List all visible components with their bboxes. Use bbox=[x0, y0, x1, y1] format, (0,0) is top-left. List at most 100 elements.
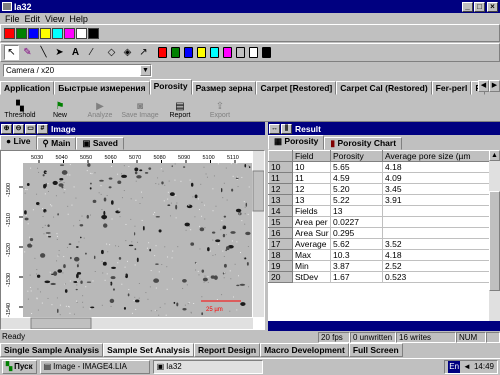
tab-saved[interactable]: ▣ Saved bbox=[76, 137, 124, 150]
cell-avg-pore-size[interactable]: 0.523 bbox=[382, 271, 490, 283]
cell-field[interactable]: 10 bbox=[292, 161, 331, 173]
cell-porosity[interactable]: 10.3 bbox=[330, 249, 383, 261]
tab-3[interactable]: Размер зерна bbox=[191, 81, 257, 95]
column-header[interactable]: Porosity bbox=[330, 150, 383, 162]
threshold-button[interactable]: ▚ Threshold bbox=[0, 95, 40, 121]
image-vscroll-thumb[interactable] bbox=[252, 170, 265, 212]
paint-can-icon[interactable] bbox=[262, 47, 271, 58]
table-row[interactable]: 10 10 5.65 4.18 bbox=[268, 161, 490, 173]
table-row[interactable]: 15 Area per 0.0227 bbox=[268, 216, 490, 228]
paint-can-icon[interactable] bbox=[184, 47, 193, 58]
cell-field[interactable]: 12 bbox=[292, 183, 331, 195]
menu-edit[interactable]: Edit bbox=[25, 14, 41, 24]
cell-porosity[interactable]: 1.67 bbox=[330, 271, 383, 283]
arrow-tool-icon[interactable]: ➤ bbox=[52, 45, 67, 60]
maximize-button[interactable]: □ bbox=[474, 1, 485, 12]
expand-icon[interactable]: ↔ bbox=[269, 123, 280, 134]
cell-porosity[interactable]: 5.20 bbox=[330, 183, 383, 195]
chevron-right-icon[interactable]: ▶ bbox=[489, 80, 500, 92]
tab-5[interactable]: Carpet Cal (Restored) bbox=[336, 81, 432, 95]
paint-can-icon[interactable] bbox=[171, 47, 180, 58]
minimize-button[interactable]: _ bbox=[462, 1, 473, 12]
table-row[interactable]: 14 Fields 13 bbox=[268, 205, 490, 217]
cell-porosity[interactable]: 5.65 bbox=[330, 161, 383, 173]
color-swatch[interactable] bbox=[4, 27, 15, 39]
table-row[interactable]: 18 Max 10.3 4.18 bbox=[268, 249, 490, 261]
pen-icon[interactable]: ✎ bbox=[20, 45, 35, 60]
menu-view[interactable]: View bbox=[45, 14, 64, 24]
fit-icon[interactable]: ▭ bbox=[25, 123, 36, 134]
cell-field[interactable]: 13 bbox=[292, 194, 331, 206]
cell-avg-pore-size[interactable] bbox=[382, 205, 490, 217]
zoom-out-icon[interactable]: ⊖ bbox=[13, 123, 24, 134]
chevron-left-icon[interactable]: ◀ bbox=[478, 80, 489, 92]
eraser-icon[interactable]: ◇ bbox=[104, 45, 119, 60]
mode-tab-2[interactable]: Report Design bbox=[193, 343, 261, 357]
column-header[interactable]: Average pore size (µm bbox=[382, 150, 490, 162]
mode-tab-1[interactable]: Sample Set Analysis bbox=[103, 343, 194, 357]
cell-porosity[interactable]: 0.295 bbox=[330, 227, 383, 239]
camera-select[interactable]: Camera / x20 ▼ bbox=[3, 64, 152, 77]
results-vscroll[interactable]: ▲ bbox=[489, 150, 500, 330]
tab-0[interactable]: Application bbox=[0, 81, 55, 95]
tab-live[interactable]: ● Live bbox=[0, 135, 37, 150]
cell-avg-pore-size[interactable] bbox=[382, 216, 490, 228]
save-image-button[interactable]: ◙ Save Image bbox=[120, 95, 160, 121]
fill-icon[interactable]: ◈ bbox=[120, 45, 135, 60]
start-button[interactable]: ▚ Пуск bbox=[2, 360, 37, 374]
table-row[interactable]: 12 12 5.20 3.45 bbox=[268, 183, 490, 195]
text-tool-icon[interactable]: A bbox=[68, 45, 83, 60]
paint-can-icon[interactable] bbox=[223, 47, 232, 58]
scroll-up-icon[interactable]: ▲ bbox=[489, 150, 500, 161]
cell-field[interactable]: StDev bbox=[292, 271, 331, 283]
close-button[interactable]: × bbox=[487, 1, 498, 12]
cell-avg-pore-size[interactable]: 2.52 bbox=[382, 260, 490, 272]
cell-avg-pore-size[interactable]: 4.09 bbox=[382, 172, 490, 184]
brush-icon[interactable]: ⁄ bbox=[84, 45, 99, 60]
color-swatch[interactable] bbox=[28, 27, 39, 39]
cell-porosity[interactable]: 3.87 bbox=[330, 260, 383, 272]
paint-can-icon[interactable] bbox=[197, 47, 206, 58]
cell-porosity[interactable]: 4.59 bbox=[330, 172, 383, 184]
analyze-button[interactable]: ▶ Analyze bbox=[80, 95, 120, 121]
menu-file[interactable]: File bbox=[5, 14, 20, 24]
color-swatch[interactable] bbox=[76, 27, 87, 39]
table-row[interactable]: 19 Min 3.87 2.52 bbox=[268, 260, 490, 272]
task-ia32[interactable]: ▣ Ia32 bbox=[152, 360, 263, 374]
tab-porosity-chart[interactable]: ▮ Porosity Chart bbox=[324, 137, 403, 150]
menu-help[interactable]: Help bbox=[69, 14, 88, 24]
cell-field[interactable]: Max bbox=[292, 249, 331, 261]
tab-2[interactable]: Porosity bbox=[149, 79, 192, 95]
cell-porosity[interactable]: 5.22 bbox=[330, 194, 383, 206]
table-row[interactable]: 13 13 5.22 3.91 bbox=[268, 194, 490, 206]
color-swatch[interactable] bbox=[88, 27, 99, 39]
grid-icon[interactable]: # bbox=[37, 123, 48, 134]
cell-porosity[interactable]: 13 bbox=[330, 205, 383, 217]
image-hscroll-thumb[interactable] bbox=[30, 317, 92, 330]
dropper-icon[interactable]: ↗ bbox=[136, 45, 151, 60]
color-swatch[interactable] bbox=[40, 27, 51, 39]
export-button[interactable]: ⇪ Export bbox=[200, 95, 240, 121]
columns-icon[interactable]: ⫼ bbox=[281, 123, 292, 134]
paint-can-icon[interactable] bbox=[249, 47, 258, 58]
cell-avg-pore-size[interactable] bbox=[382, 227, 490, 239]
speaker-icon[interactable]: ◄ bbox=[463, 361, 471, 373]
column-header[interactable]: Field bbox=[292, 150, 331, 162]
table-row[interactable]: 16 Area Sur 0.295 bbox=[268, 227, 490, 239]
chevron-down-icon[interactable]: ▼ bbox=[140, 65, 151, 76]
new-button[interactable]: ⚑ New bbox=[40, 95, 80, 121]
report-button[interactable]: ▤ Report bbox=[160, 95, 200, 121]
table-row[interactable]: 20 StDev 1.67 0.523 bbox=[268, 271, 490, 283]
table-row[interactable]: 11 11 4.59 4.09 bbox=[268, 172, 490, 184]
mode-tab-4[interactable]: Full Screen bbox=[348, 343, 403, 357]
paint-can-icon[interactable] bbox=[236, 47, 245, 58]
cell-field[interactable]: Area Sur bbox=[292, 227, 331, 239]
tab-6[interactable]: Fer-perl bbox=[431, 81, 472, 95]
tab-4[interactable]: Carpet [Restored] bbox=[256, 81, 337, 95]
results-vscroll-thumb[interactable] bbox=[489, 191, 500, 291]
cell-avg-pore-size[interactable]: 3.45 bbox=[382, 183, 490, 195]
cell-porosity[interactable]: 0.0227 bbox=[330, 216, 383, 228]
language-indicator[interactable]: En bbox=[448, 361, 461, 373]
cell-field[interactable]: Average bbox=[292, 238, 331, 250]
cell-avg-pore-size[interactable]: 4.18 bbox=[382, 161, 490, 173]
